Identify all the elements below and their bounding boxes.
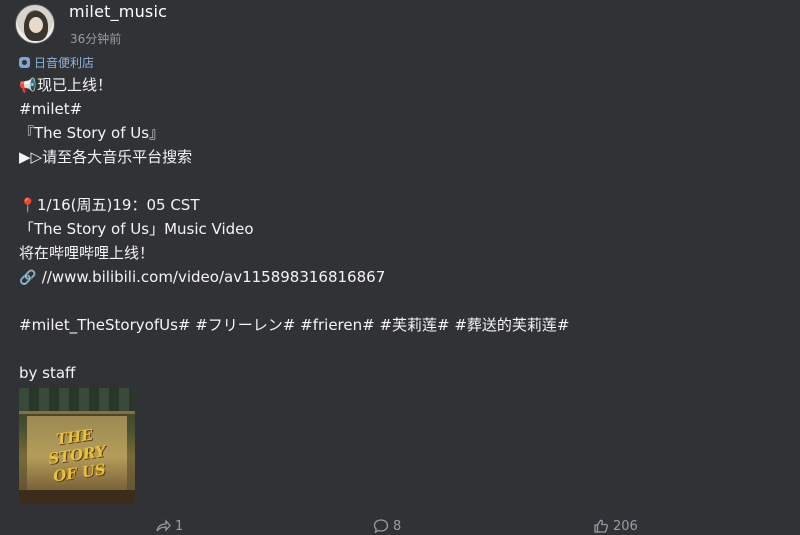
source-icon [19,57,30,68]
content-line: 将在哔哩哔哩上线！ [19,244,155,262]
comment-button[interactable]: 8 [373,518,401,534]
content-line: by staff [19,364,76,382]
avatar-face [29,17,43,33]
pin-icon: 📍 [19,198,37,214]
megaphone-icon: 📢 [19,78,37,94]
content-line: 📍1/16(周五)19：05 CST [19,193,779,217]
timestamp: 36分钟前 [70,32,122,46]
source-tag[interactable]: 日音便利店 [19,54,94,71]
content-line: 📢现已上线！ [19,73,779,97]
action-bar: 1 8 206 [0,516,800,535]
repost-button[interactable]: 1 [155,518,183,534]
thumbs-up-icon [594,519,609,533]
link-icon: 🔗 [19,270,37,286]
comment-icon [373,519,389,534]
image-floor [19,490,135,504]
avatar[interactable] [15,4,55,44]
repost-icon [156,519,171,532]
username[interactable]: milet_music [69,2,167,21]
like-count: 206 [613,518,638,534]
post-image[interactable]: THE STORY OF US [19,388,135,504]
repost-count: 1 [175,518,184,534]
hashtags-line[interactable]: #milet_TheStoryofUs# #フリーレン# #frieren# #… [19,313,779,337]
content-line: ▶▷请至各大音乐平台搜索 [19,148,193,166]
post-content: 📢现已上线！ #milet# 『The Story of Us』 ▶▷请至各大音… [19,73,779,385]
comment-count: 8 [393,518,402,534]
content-line: 「The Story of Us」Music Video [19,220,254,238]
source-label: 日音便利店 [34,56,95,70]
image-title-art: THE STORY OF US [47,425,107,486]
like-button[interactable]: 206 [593,518,638,534]
image-curtain [19,388,135,414]
link-line[interactable]: 🔗 //www.bilibili.com/video/av11589831681… [19,265,779,289]
hashtag-line[interactable]: #milet# [19,97,779,121]
weibo-post: milet_music 36分钟前 日音便利店 📢现已上线！ #milet# 『… [0,0,800,535]
content-line: 『The Story of Us』 [19,124,165,142]
